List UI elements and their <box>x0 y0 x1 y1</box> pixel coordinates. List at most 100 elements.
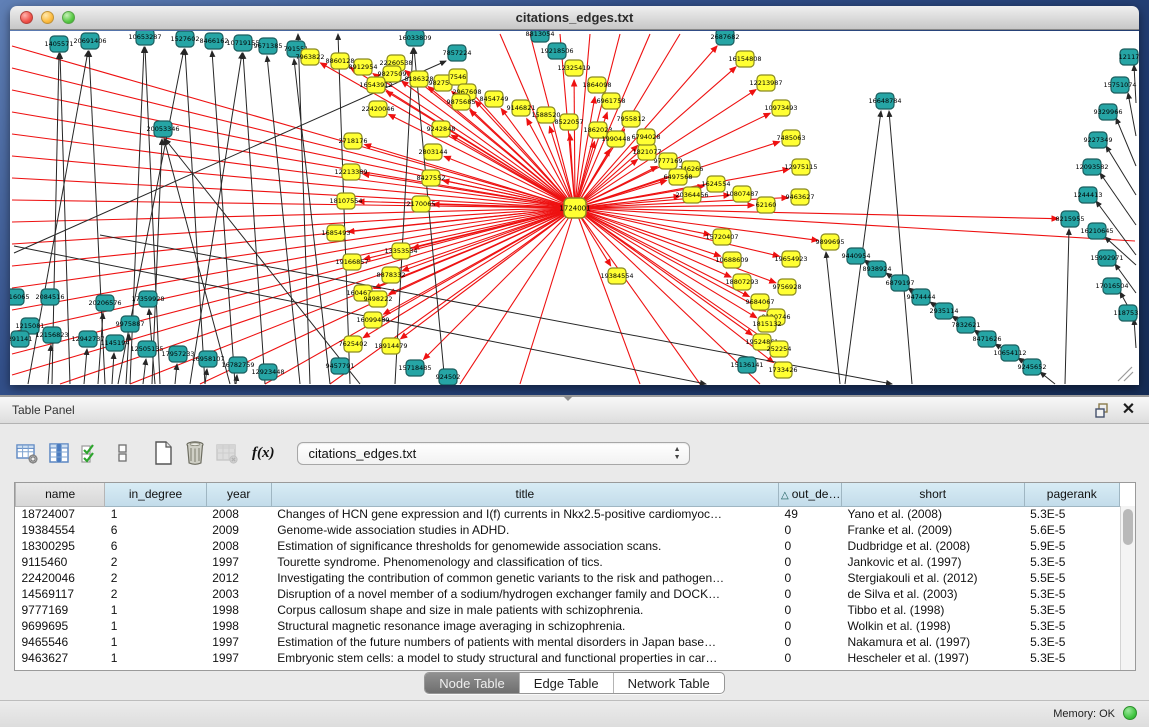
graph-node[interactable]: 252254 <box>767 341 792 357</box>
graph-node[interactable]: 2084516 <box>36 289 65 305</box>
memory-status-icon[interactable] <box>1123 706 1137 720</box>
graph-node[interactable]: 15751074 <box>1103 77 1136 93</box>
graph-node[interactable]: 8215955 <box>1056 211 1085 227</box>
splitter-handle-icon[interactable] <box>563 396 573 401</box>
graph-node[interactable]: 6879197 <box>886 275 915 291</box>
graph-node[interactable]: 2935114 <box>930 303 959 319</box>
graph-node[interactable]: 8454749 <box>480 91 509 107</box>
graph-node[interactable]: 10688609 <box>715 252 748 268</box>
graph-node[interactable]: 16099489 <box>356 312 389 328</box>
close-icon[interactable]: ✕ <box>1121 402 1136 418</box>
graph-node[interactable]: 8938924 <box>863 261 892 277</box>
graph-node[interactable]: 16958107 <box>191 351 224 367</box>
table-mode-icon[interactable] <box>14 440 40 466</box>
graph-node[interactable]: 391141 <box>10 331 32 347</box>
function-builder-icon[interactable]: f(x) <box>252 445 275 462</box>
network-view[interactable]: 1405571 20691406 10653287 1527602 846616… <box>10 31 1139 385</box>
graph-node[interactable]: 7485063 <box>777 130 806 146</box>
graph-node[interactable]: 19384554 <box>600 268 633 284</box>
graph-node[interactable]: 16154808 <box>728 51 761 67</box>
table-row[interactable]: 946554611997Estimation of the future num… <box>16 634 1120 650</box>
graph-node[interactable]: 2170065 <box>407 196 436 212</box>
graph-node[interactable]: 16033809 <box>398 31 431 46</box>
node-table-grid[interactable]: namein_degreeyeartitle△out_de…shortpager… <box>15 483 1120 666</box>
table-row[interactable]: 1938455462009Genome-wide association stu… <box>16 522 1120 538</box>
network-window-titlebar[interactable]: citations_edges.txt <box>10 6 1139 30</box>
tab-edge-table[interactable]: Edge Table <box>519 673 613 693</box>
graph-node[interactable]: 2516065 <box>10 289 29 305</box>
graph-node[interactable]: 20691406 <box>73 33 106 49</box>
graph-node[interactable]: 10653287 <box>128 31 161 45</box>
graph-node[interactable]: 19654923 <box>774 251 807 267</box>
graph-node[interactable]: 15720407 <box>705 229 738 245</box>
graph-node[interactable]: 8813054 <box>526 31 555 42</box>
graph-node[interactable]: 9245652 <box>1018 359 1047 375</box>
table-select-dropdown[interactable]: citations_edges.txt ▲▼ <box>297 442 690 465</box>
graph-node[interactable]: 6794028 <box>632 129 661 145</box>
table-row[interactable]: 977716911998Corpus callosum shape and si… <box>16 602 1120 618</box>
table-row[interactable]: 1872400712008Changes of HCN gene express… <box>16 506 1120 522</box>
graph-node[interactable]: 12117 <box>1119 49 1139 65</box>
graph-node[interactable]: 1405571 <box>45 36 74 52</box>
graph-node[interactable]: 9756928 <box>773 279 802 295</box>
graph-node[interactable]: 7955812 <box>617 111 646 127</box>
show-column-icon[interactable] <box>46 440 72 466</box>
graph-node[interactable]: 15718485 <box>398 360 431 376</box>
graph-node[interactable]: 9684067 <box>746 294 775 310</box>
graph-node[interactable]: 1733426 <box>769 362 798 378</box>
graph-node[interactable]: 15992971 <box>1090 250 1123 266</box>
column-header-year[interactable]: year <box>206 483 271 506</box>
graph-node[interactable]: 12923448 <box>251 364 284 380</box>
graph-node[interactable]: 16648784 <box>868 93 901 109</box>
delete-table-icon[interactable] <box>214 440 240 466</box>
graph-node[interactable]: 19166857 <box>335 254 368 270</box>
graph-node[interactable]: 7857224 <box>443 45 472 61</box>
table-row[interactable]: 1830029562008Estimation of significance … <box>16 538 1120 554</box>
graph-node[interactable]: 12975115 <box>784 159 817 175</box>
tab-node-table[interactable]: Node Table <box>425 673 519 693</box>
table-row[interactable]: 911546021997Tourette syndrome. Phenomeno… <box>16 554 1120 570</box>
column-header-name[interactable]: name <box>16 483 105 506</box>
graph-node[interactable]: 19218506 <box>540 43 573 59</box>
table-row[interactable]: 969969511998Structural magnetic resonanc… <box>16 618 1120 634</box>
graph-node[interactable]: 924502 <box>436 369 461 385</box>
tab-network-table[interactable]: Network Table <box>613 673 724 693</box>
graph-node[interactable]: 9227349 <box>1084 132 1113 148</box>
graph-node[interactable]: 1244413 <box>1074 187 1103 203</box>
graph-node[interactable]: 62160 <box>756 197 777 213</box>
delete-column-icon[interactable] <box>182 440 208 466</box>
column-header-out_de[interactable]: △out_de… <box>779 483 842 506</box>
resize-grip-icon[interactable] <box>1118 367 1133 381</box>
graph-node[interactable]: 17957233 <box>161 346 194 362</box>
graph-node[interactable]: 1527602 <box>171 31 200 47</box>
graph-node[interactable]: 7625402 <box>339 336 368 352</box>
close-window-button[interactable] <box>20 11 33 24</box>
table-scrollbar-thumb[interactable] <box>1123 509 1133 545</box>
graph-node[interactable]: 12213389 <box>334 164 367 180</box>
graph-node[interactable]: 9329966 <box>1094 104 1123 120</box>
graph-node[interactable]: 9242848 <box>427 121 456 137</box>
graph-node[interactable]: 1685493 <box>322 225 351 241</box>
graph-node[interactable]: 18914479 <box>374 338 407 354</box>
graph-node[interactable]: 7832621 <box>952 317 981 333</box>
table-row[interactable]: 946362711997Embryonic stem cells: a mode… <box>16 650 1120 666</box>
graph-node[interactable]: 12093582 <box>1075 159 1108 175</box>
table-row[interactable]: 1456911722003Disruption of a novel membe… <box>16 586 1120 602</box>
graph-node[interactable]: 9975887 <box>116 316 145 332</box>
zoom-window-button[interactable] <box>62 11 75 24</box>
column-header-pagerank[interactable]: pagerank <box>1024 483 1119 506</box>
minimize-window-button[interactable] <box>41 11 54 24</box>
graph-node[interactable]: 1864098 <box>583 77 612 93</box>
create-column-icon[interactable] <box>150 440 176 466</box>
row-height-icon[interactable] <box>110 440 136 466</box>
column-header-title[interactable]: title <box>271 483 778 506</box>
graph-node[interactable]: 8471626 <box>973 331 1002 347</box>
select-columns-icon[interactable] <box>78 440 104 466</box>
graph-node[interactable]: 12213987 <box>749 75 782 91</box>
graph-node[interactable]: 7546 <box>449 69 467 85</box>
graph-node[interactable]: 2687682 <box>711 31 740 45</box>
graph-node[interactable]: 17016504 <box>1095 278 1128 294</box>
graph-node[interactable]: 8466162 <box>200 33 229 49</box>
graph-node[interactable]: 9463627 <box>786 189 815 205</box>
table-scrollbar[interactable] <box>1120 506 1135 670</box>
